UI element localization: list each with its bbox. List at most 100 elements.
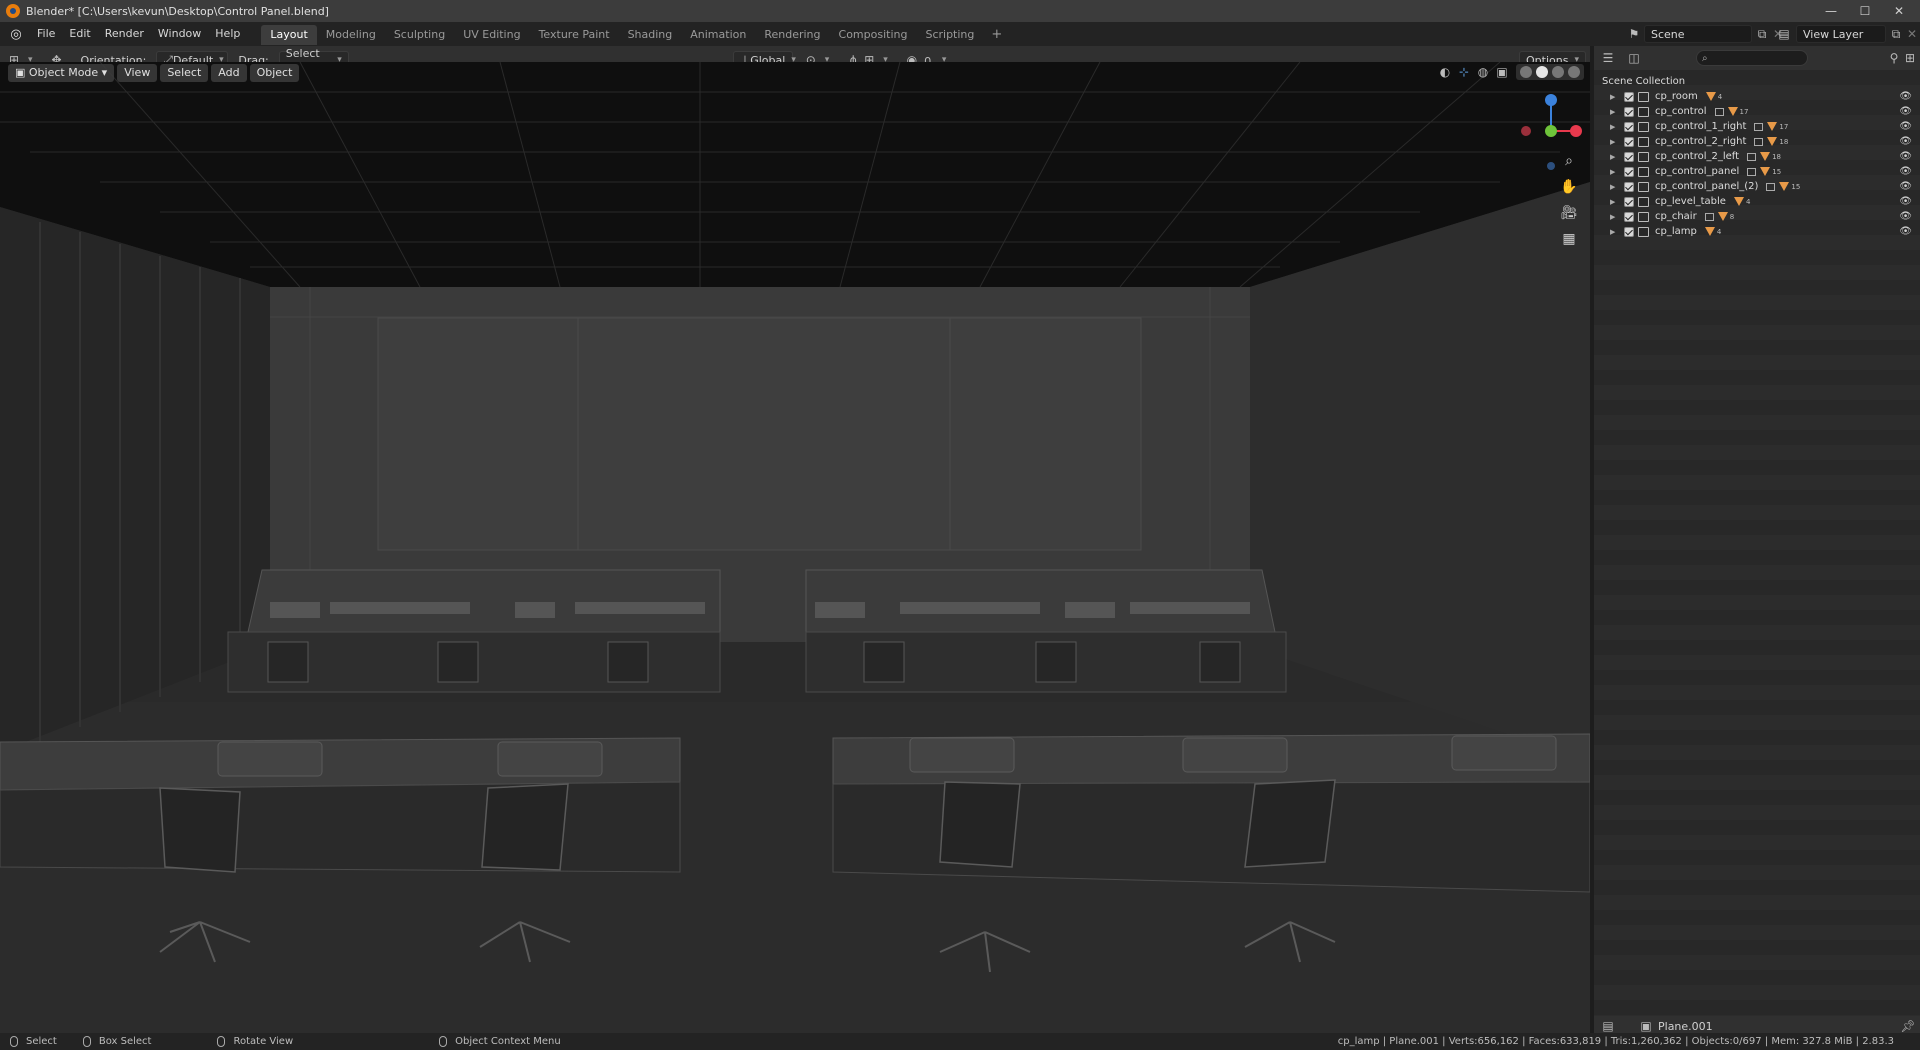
- collection-icon: [1638, 91, 1649, 102]
- view-menu[interactable]: View: [117, 64, 158, 82]
- eye-icon[interactable]: 👁︎: [1899, 196, 1912, 207]
- view-layer-icon[interactable]: ▤: [1776, 26, 1792, 42]
- outliner-item[interactable]: ▶ cp_control_panel_(2) 15 👁︎: [1594, 179, 1920, 194]
- remove-view-layer-icon[interactable]: ✕: [1904, 26, 1920, 42]
- tab-animation[interactable]: Animation: [681, 25, 755, 45]
- exclude-checkbox[interactable]: [1624, 121, 1634, 132]
- object-menu[interactable]: Object: [249, 64, 300, 82]
- mouse-middle-icon: [217, 1036, 226, 1047]
- object-mode-dropdown[interactable]: ▣ Object Mode ▾: [8, 64, 115, 82]
- child-icons: 17: [1714, 107, 1748, 116]
- outliner-item[interactable]: ▶ cp_control_panel 15 👁︎: [1594, 164, 1920, 179]
- eye-icon[interactable]: 👁︎: [1899, 181, 1912, 192]
- outliner-item[interactable]: ▶ cp_level_table 4 👁︎: [1594, 194, 1920, 209]
- expand-arrow-icon[interactable]: ▶: [1610, 168, 1620, 176]
- xray-toggle-icon[interactable]: ▣: [1494, 64, 1510, 80]
- rendered-shading-icon[interactable]: [1568, 66, 1580, 78]
- tab-compositing[interactable]: Compositing: [830, 25, 917, 45]
- exclude-checkbox[interactable]: [1624, 181, 1634, 192]
- menu-render[interactable]: Render: [98, 22, 151, 46]
- outliner-item[interactable]: ▶ cp_control_1_right 17 👁︎: [1594, 119, 1920, 134]
- select-menu[interactable]: Select: [160, 64, 209, 82]
- eye-icon[interactable]: 👁︎: [1899, 91, 1912, 102]
- eye-icon[interactable]: 👁︎: [1899, 166, 1912, 177]
- eye-icon[interactable]: 👁︎: [1899, 136, 1912, 147]
- outliner-item[interactable]: ▶ cp_chair 8 👁︎: [1594, 209, 1920, 224]
- exclude-checkbox[interactable]: [1624, 196, 1634, 207]
- status-select: Select: [10, 1036, 57, 1047]
- exclude-checkbox[interactable]: [1624, 91, 1634, 102]
- camera-view-icon[interactable]: 🎥︎: [1558, 204, 1580, 222]
- new-collection-icon[interactable]: ⊞: [1902, 50, 1918, 66]
- outliner-item[interactable]: ▶ cp_control_2_right 18 👁︎: [1594, 134, 1920, 149]
- eye-icon[interactable]: 👁︎: [1899, 151, 1912, 162]
- exclude-checkbox[interactable]: [1624, 151, 1634, 162]
- exclude-checkbox[interactable]: [1624, 211, 1634, 222]
- new-view-layer-icon[interactable]: ⧉: [1888, 26, 1904, 42]
- exclude-checkbox[interactable]: [1624, 166, 1634, 177]
- outliner-item[interactable]: ▶ cp_room 4 👁︎: [1594, 89, 1920, 104]
- mesh-icon: [1705, 92, 1716, 101]
- 3d-viewport[interactable]: ▣ Object Mode ▾ View Select Add Object ◐…: [0, 62, 1590, 1033]
- overlay-toggle-icon[interactable]: ◍: [1475, 64, 1491, 80]
- filter-icon[interactable]: ⚲: [1886, 50, 1902, 66]
- visibility-icon[interactable]: ◐: [1437, 64, 1453, 80]
- menu-help[interactable]: Help: [208, 22, 247, 46]
- expand-arrow-icon[interactable]: ▶: [1610, 213, 1620, 221]
- eye-icon[interactable]: 👁︎: [1899, 211, 1912, 222]
- material-shading-icon[interactable]: [1552, 66, 1564, 78]
- tab-scripting[interactable]: Scripting: [916, 25, 983, 45]
- expand-arrow-icon[interactable]: ▶: [1610, 138, 1620, 146]
- expand-arrow-icon[interactable]: ▶: [1610, 153, 1620, 161]
- solid-shading-icon[interactable]: [1536, 66, 1548, 78]
- close-button[interactable]: ✕: [1876, 0, 1920, 22]
- exclude-checkbox[interactable]: [1624, 136, 1634, 147]
- display-mode-icon[interactable]: ◫: [1626, 50, 1642, 66]
- exclude-checkbox[interactable]: [1624, 226, 1634, 237]
- expand-arrow-icon[interactable]: ▶: [1610, 108, 1620, 116]
- zoom-icon[interactable]: ⌕: [1558, 152, 1580, 170]
- pan-hand-icon[interactable]: ✋: [1558, 178, 1580, 196]
- expand-arrow-icon[interactable]: ▶: [1610, 198, 1620, 206]
- child-count: 4: [1717, 92, 1723, 101]
- blender-menu-icon[interactable]: ◎: [6, 24, 26, 44]
- add-menu[interactable]: Add: [211, 64, 247, 82]
- tab-texture-paint[interactable]: Texture Paint: [530, 25, 619, 45]
- child-icons: 18: [1754, 137, 1788, 146]
- eye-icon[interactable]: 👁︎: [1899, 106, 1912, 117]
- tab-modeling[interactable]: Modeling: [317, 25, 385, 45]
- child-icons: 4: [1704, 227, 1721, 236]
- properties-editor-icon[interactable]: ▤: [1600, 1018, 1616, 1034]
- pin-icon[interactable]: 📌︎: [1900, 1018, 1916, 1034]
- outliner-item-label: cp_control_panel_(2): [1655, 181, 1759, 192]
- expand-arrow-icon[interactable]: ▶: [1610, 183, 1620, 191]
- tab-uv-editing[interactable]: UV Editing: [454, 25, 529, 45]
- gizmo-toggle-icon[interactable]: ⊹: [1456, 64, 1472, 80]
- menu-edit[interactable]: Edit: [62, 22, 97, 46]
- expand-arrow-icon[interactable]: ▶: [1610, 228, 1620, 236]
- outliner-item[interactable]: ▶ cp_control 17 👁︎: [1594, 104, 1920, 119]
- exclude-checkbox[interactable]: [1624, 106, 1634, 117]
- expand-arrow-icon[interactable]: ▶: [1610, 93, 1620, 101]
- eye-icon[interactable]: 👁︎: [1899, 121, 1912, 132]
- scene-collection-row[interactable]: Scene Collection: [1594, 74, 1685, 89]
- menu-file[interactable]: File: [30, 22, 62, 46]
- scene-selector[interactable]: Scene: [1644, 25, 1752, 43]
- menu-window[interactable]: Window: [151, 22, 208, 46]
- new-scene-icon[interactable]: ⧉: [1754, 26, 1770, 42]
- add-workspace-button[interactable]: +: [983, 25, 1010, 45]
- tab-sculpting[interactable]: Sculpting: [385, 25, 454, 45]
- tab-rendering[interactable]: Rendering: [755, 25, 829, 45]
- perspective-toggle-icon[interactable]: ▦: [1558, 230, 1580, 248]
- outliner-item[interactable]: ▶ cp_lamp 4 👁︎: [1594, 224, 1920, 239]
- view-layer-selector[interactable]: View Layer: [1796, 25, 1886, 43]
- eye-icon[interactable]: 👁︎: [1899, 226, 1912, 237]
- tab-layout[interactable]: Layout: [261, 25, 317, 45]
- outliner-search-input[interactable]: ⌕: [1696, 50, 1808, 66]
- expand-arrow-icon[interactable]: ▶: [1610, 123, 1620, 131]
- tab-shading[interactable]: Shading: [619, 25, 682, 45]
- outliner-item[interactable]: ▶ cp_control_2_left 18 👁︎: [1594, 149, 1920, 164]
- wireframe-shading-icon[interactable]: [1520, 66, 1532, 78]
- editor-type-icon[interactable]: ☰: [1600, 50, 1616, 66]
- scene-icon[interactable]: ⚑: [1626, 26, 1642, 42]
